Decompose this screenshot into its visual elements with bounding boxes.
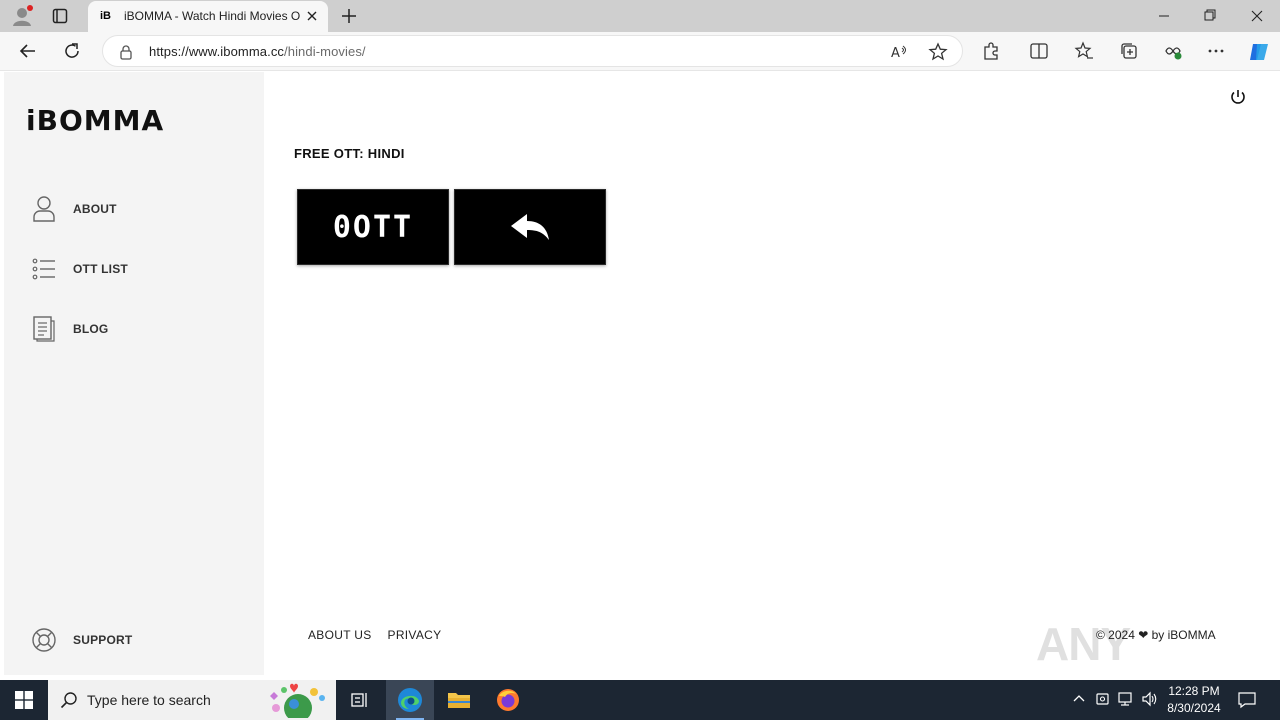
taskbar-search[interactable]: Type here to search (48, 680, 336, 720)
footer-link-about-us[interactable]: ABOUT US (308, 628, 372, 642)
network-icon[interactable] (1117, 690, 1135, 708)
clock-date: 8/30/2024 (1167, 701, 1221, 715)
sidebar-item-label: ABOUT (73, 202, 117, 216)
address-bar[interactable]: https://www.ibomma.cc/hindi-movies/ A (102, 35, 963, 67)
windows-taskbar: Type here to search 12:28 PM 8/30/2024 (0, 680, 1280, 720)
copilot-icon[interactable] (1247, 40, 1271, 64)
taskbar-app-firefox[interactable] (484, 680, 532, 720)
back-button[interactable] (454, 189, 606, 265)
split-screen-icon[interactable] (1029, 41, 1049, 61)
sidebar-item-about[interactable]: ABOUT (32, 194, 117, 224)
favorite-star-icon[interactable] (928, 42, 948, 62)
restore-icon[interactable] (1187, 0, 1233, 32)
lifebuoy-icon (32, 628, 56, 652)
search-placeholder: Type here to search (87, 692, 211, 708)
tab-title: iBOMMA - Watch Hindi Movies O (124, 9, 301, 23)
web-page: iBOMMA ABOUT OTT LIST BLOG SUPPORT FREE … (0, 70, 1280, 720)
browser-essentials-icon[interactable] (1163, 41, 1183, 61)
search-highlight-art-icon (270, 683, 325, 718)
show-hidden-icons-chevron-icon[interactable] (1070, 690, 1088, 708)
sidebar-item-label: BLOG (73, 322, 109, 336)
collections-icon[interactable] (1119, 41, 1139, 61)
close-window-icon[interactable] (1234, 0, 1280, 32)
sidebar-item-label: OTT LIST (73, 262, 128, 276)
minimize-icon[interactable] (1141, 0, 1187, 32)
sidebar-item-blog[interactable]: BLOG (32, 314, 108, 344)
browser-tab-strip: iB iBOMMA - Watch Hindi Movies O (0, 0, 1280, 32)
search-icon (60, 692, 77, 709)
footer-link-privacy[interactable]: PRIVACY (388, 628, 442, 642)
taskbar-app-file-explorer[interactable] (435, 680, 483, 720)
folder-icon (448, 693, 470, 708)
sidebar-item-label: SUPPORT (73, 633, 133, 647)
power-icon[interactable] (1228, 87, 1248, 107)
browser-tab-active[interactable]: iB iBOMMA - Watch Hindi Movies O (88, 1, 328, 32)
profile-icon[interactable] (11, 5, 33, 27)
footer-links: ABOUT US PRIVACY (308, 628, 441, 642)
notifications-icon[interactable] (1237, 690, 1257, 710)
task-view-button[interactable] (336, 680, 384, 720)
refresh-icon[interactable] (62, 41, 82, 61)
svg-text:A: A (891, 46, 900, 61)
browser-toolbar: https://www.ibomma.cc/hindi-movies/ A (0, 32, 1280, 70)
more-menu-icon[interactable] (1206, 41, 1226, 61)
volume-icon[interactable] (1141, 690, 1159, 708)
new-tab-icon[interactable] (340, 7, 358, 25)
url-path: /hindi-movies/ (284, 44, 366, 59)
page-heading: FREE OTT: HINDI (294, 146, 405, 161)
favorites-icon[interactable] (1074, 41, 1094, 61)
sidebar-item-support[interactable]: SUPPORT (32, 625, 132, 655)
tab-actions-icon[interactable] (52, 8, 68, 24)
document-icon (33, 316, 55, 342)
task-view-icon (351, 693, 367, 707)
start-button[interactable] (0, 680, 48, 720)
edge-icon (398, 688, 422, 712)
taskbar-app-edge[interactable] (386, 680, 434, 720)
url-host: https://www.ibomma.cc (149, 44, 285, 59)
close-tab-icon[interactable] (304, 8, 320, 24)
read-aloud-icon[interactable]: A (889, 42, 909, 62)
taskbar-clock[interactable]: 12:28 PM 8/30/2024 (1162, 683, 1226, 717)
lock-icon[interactable] (119, 44, 133, 60)
ott-button[interactable]: 0OTT (297, 189, 449, 265)
copyright-text: © 2024 ❤ by iBOMMA (1096, 628, 1216, 642)
tab-favicon: iB (100, 10, 111, 22)
person-icon (33, 196, 55, 222)
logo-text: iBOMMA (26, 103, 165, 137)
ott-button-label: 0OTT (332, 209, 414, 245)
clock-time: 12:28 PM (1168, 684, 1220, 698)
list-icon (32, 258, 55, 280)
sidebar-item-ott-list[interactable]: OTT LIST (32, 254, 128, 284)
reply-arrow-icon (511, 214, 549, 240)
extensions-icon[interactable] (981, 41, 1001, 61)
sidebar: iBOMMA ABOUT OTT LIST BLOG SUPPORT (4, 72, 264, 675)
firefox-icon (497, 689, 519, 711)
url-text[interactable]: https://www.ibomma.cc/hindi-movies/ (149, 44, 366, 59)
windows-logo-icon (15, 691, 33, 709)
meet-now-icon[interactable] (1094, 690, 1112, 708)
back-icon[interactable] (18, 41, 38, 61)
site-logo[interactable]: iBOMMA (26, 102, 164, 138)
